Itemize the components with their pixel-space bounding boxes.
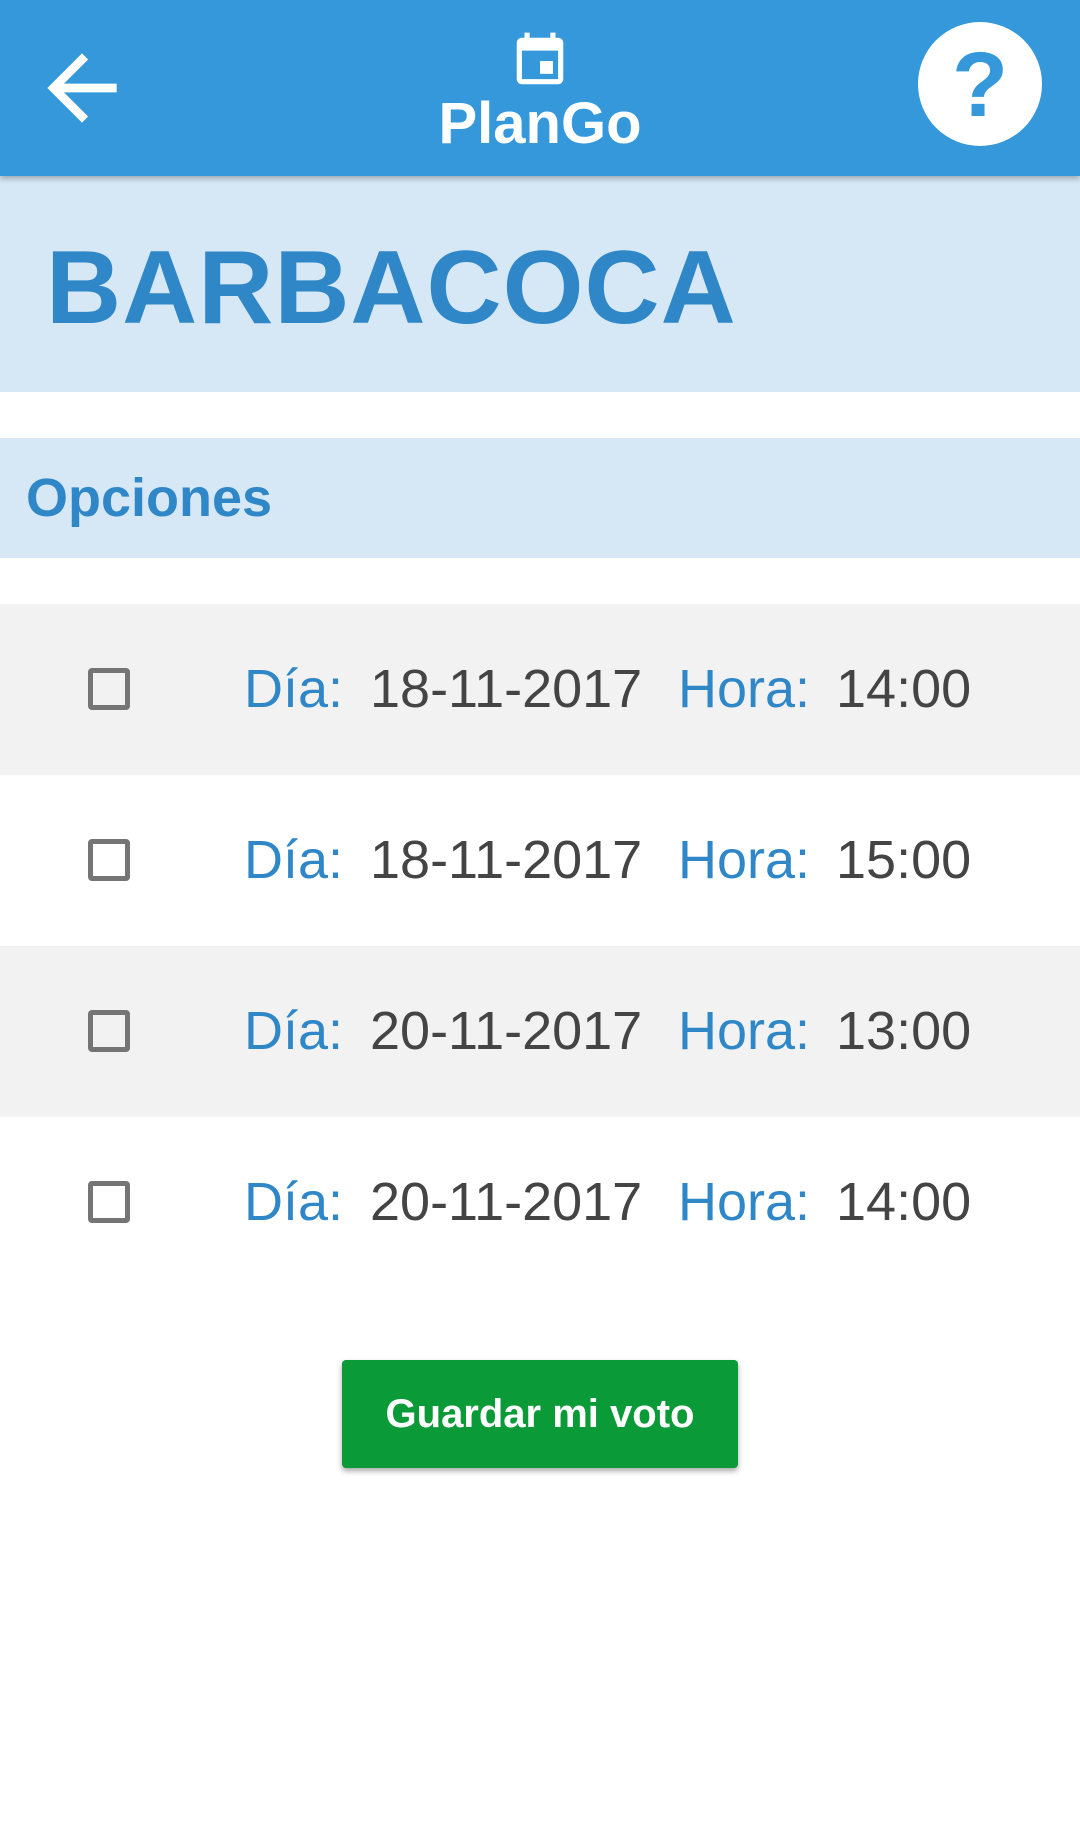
option-row[interactable]: Día: 18-11-2017 Hora: 14:00 [0,604,1080,775]
day-value: 18-11-2017 [370,659,643,719]
calendar-icon [516,32,564,85]
hour-value: 13:00 [836,1001,972,1061]
options-section-label: Opciones [26,468,273,528]
hour-value: 14:00 [836,1172,972,1232]
day-value: 20-11-2017 [370,1172,643,1232]
event-header: BARBACOCA [0,176,1080,392]
hour-label: Hora: [678,830,811,890]
option-checkbox[interactable] [88,1181,130,1223]
hour-label: Hora: [678,659,811,719]
arrow-back-icon [47,53,117,123]
app-bar: PlanGo ? [0,0,1080,176]
day-value: 18-11-2017 [370,830,643,890]
back-button[interactable] [22,30,142,146]
day-label: Día: [244,1172,344,1232]
day-label: Día: [244,830,344,890]
day-label: Día: [244,1001,344,1061]
option-row[interactable]: Día: 20-11-2017 Hora: 14:00 [0,1117,1080,1288]
options-list: Día: 18-11-2017 Hora: 14:00 Día: 18-11-2… [0,604,1080,1288]
option-checkbox[interactable] [88,839,130,881]
option-checkbox[interactable] [88,668,130,710]
save-vote-button[interactable]: Guardar mi voto [342,1360,738,1468]
option-checkbox[interactable] [88,1010,130,1052]
hour-value: 15:00 [836,830,972,890]
app-title: PlanGo [438,91,642,156]
option-row[interactable]: Día: 20-11-2017 Hora: 13:00 [0,946,1080,1117]
day-value: 20-11-2017 [370,1001,643,1061]
day-label: Día: [244,659,344,719]
hour-label: Hora: [678,1001,811,1061]
hour-label: Hora: [678,1172,811,1232]
help-icon: ? [951,34,1009,136]
app-brand: PlanGo [340,30,740,156]
hour-value: 14:00 [836,659,972,719]
event-name: BARBACOCA [46,230,737,346]
options-section-header: Opciones [0,438,1080,558]
help-button[interactable]: ? [918,22,1042,146]
option-row[interactable]: Día: 18-11-2017 Hora: 15:00 [0,775,1080,946]
